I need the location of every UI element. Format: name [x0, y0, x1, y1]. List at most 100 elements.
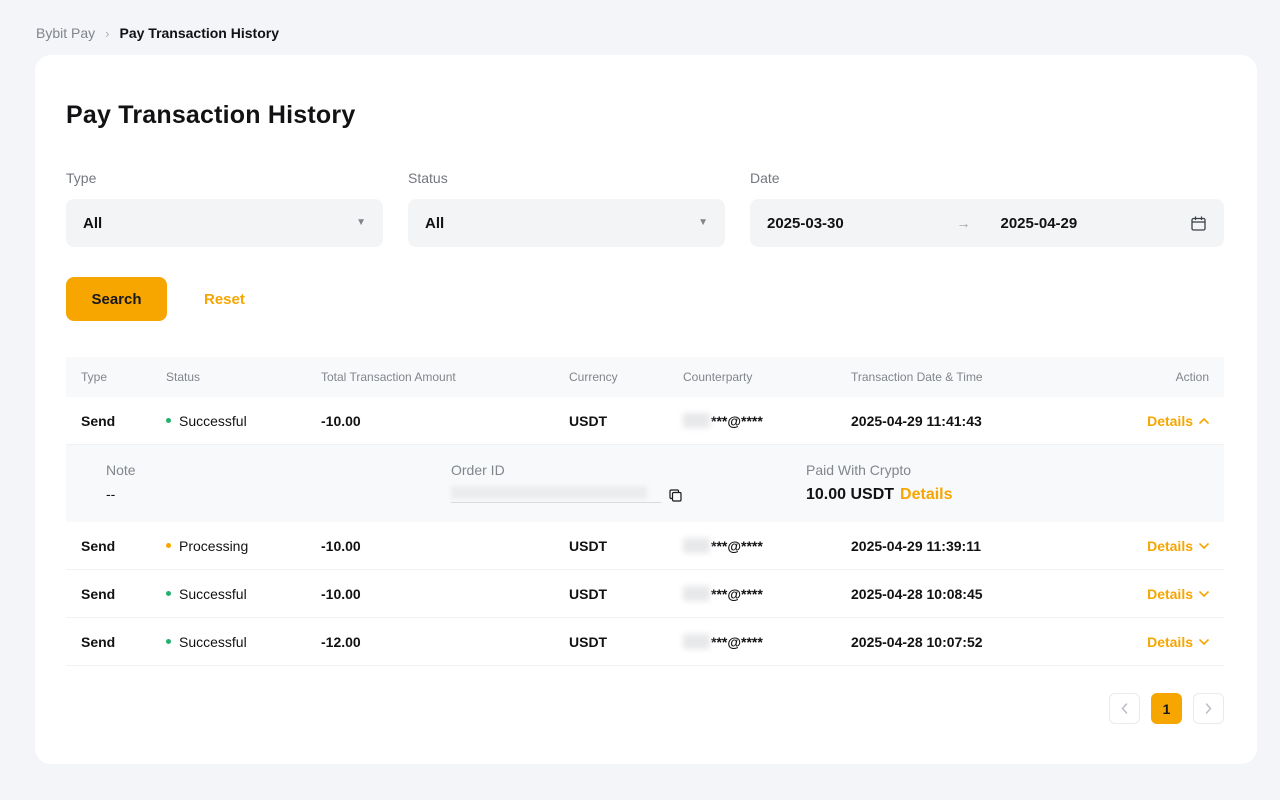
details-toggle-button[interactable]: Details	[1147, 634, 1209, 650]
details-toggle-button[interactable]: Details	[1147, 413, 1209, 429]
cell-action: Details	[1147, 634, 1209, 650]
date-filter-group: Date 2025-03-30 → 2025-04-29	[750, 170, 1224, 247]
status-dot-successful	[166, 591, 171, 596]
paid-with-crypto-label: Paid With Crypto	[806, 462, 1209, 478]
cell-status: Successful	[166, 586, 321, 602]
cell-currency: USDT	[569, 413, 683, 429]
order-id-value-row	[451, 486, 806, 503]
table-header-row: Type Status Total Transaction Amount Cur…	[66, 357, 1224, 397]
search-button[interactable]: Search	[66, 277, 167, 321]
cell-amount: -12.00	[321, 634, 569, 650]
cell-action: Details	[1147, 538, 1209, 554]
filters-row: Type All ▼ Status All ▼ Date 2025-03-30 …	[66, 170, 1224, 247]
status-select[interactable]: All ▼	[408, 199, 725, 247]
chevron-down-icon	[1199, 543, 1209, 549]
order-id-section: Order ID	[451, 462, 806, 504]
paid-amount: 10.00 USDT	[806, 486, 894, 504]
table-row: Send Successful -10.00 USDT ***@**** 202…	[66, 397, 1224, 445]
paid-details-link[interactable]: Details	[900, 486, 952, 504]
next-page-button[interactable]	[1193, 693, 1224, 724]
page-title: Pay Transaction History	[66, 101, 1224, 130]
calendar-icon	[1190, 215, 1207, 232]
status-text: Successful	[179, 586, 247, 602]
order-id-underline	[451, 486, 661, 503]
cell-counterparty: ***@****	[683, 634, 851, 650]
status-filter-group: Status All ▼	[408, 170, 725, 247]
table-row: Send Successful -10.00 USDT ***@**** 202…	[66, 570, 1224, 618]
copy-icon[interactable]	[668, 488, 683, 503]
header-currency: Currency	[569, 370, 683, 384]
status-select-value: All	[425, 215, 444, 232]
status-dot-successful	[166, 639, 171, 644]
pagination: 1	[66, 693, 1224, 724]
cell-type: Send	[81, 634, 166, 650]
details-label: Details	[1147, 538, 1193, 554]
note-section: Note --	[106, 462, 451, 504]
order-id-label: Order ID	[451, 462, 806, 478]
pay-transaction-history-card: Pay Transaction History Type All ▼ Statu…	[35, 55, 1257, 764]
redacted-counterparty-prefix	[683, 586, 710, 601]
note-label: Note	[106, 462, 451, 478]
actions-row: Search Reset	[66, 277, 1224, 321]
reset-button[interactable]: Reset	[204, 291, 245, 308]
status-dot-successful	[166, 418, 171, 423]
type-filter-group: Type All ▼	[66, 170, 383, 247]
chevron-down-icon	[1199, 591, 1209, 597]
details-label: Details	[1147, 634, 1193, 650]
details-label: Details	[1147, 586, 1193, 602]
cell-type: Send	[81, 413, 166, 429]
cell-status: Processing	[166, 538, 321, 554]
cell-action: Details	[1147, 586, 1209, 602]
cell-datetime: 2025-04-28 10:08:45	[851, 586, 1113, 602]
status-text: Processing	[179, 538, 248, 554]
redacted-counterparty-prefix	[683, 634, 710, 649]
header-type: Type	[81, 370, 166, 384]
date-end-value: 2025-04-29	[1001, 215, 1078, 232]
note-value: --	[106, 486, 451, 502]
table-row: Send Successful -12.00 USDT ***@**** 202…	[66, 618, 1224, 666]
expanded-detail-panel: Note -- Order ID	[66, 445, 1224, 522]
date-filter-label: Date	[750, 170, 1224, 186]
prev-page-button[interactable]	[1109, 693, 1140, 724]
cell-counterparty: ***@****	[683, 413, 851, 429]
details-toggle-button[interactable]: Details	[1147, 538, 1209, 554]
breadcrumb-parent-link[interactable]: Bybit Pay	[36, 25, 95, 41]
details-label: Details	[1147, 413, 1193, 429]
cell-datetime: 2025-04-28 10:07:52	[851, 634, 1113, 650]
header-counterparty: Counterparty	[683, 370, 851, 384]
type-filter-label: Type	[66, 170, 383, 186]
paid-with-crypto-section: Paid With Crypto 10.00 USDT Details	[806, 462, 1209, 504]
status-text: Successful	[179, 413, 247, 429]
status-dot-processing	[166, 543, 171, 548]
chevron-down-icon: ▼	[698, 218, 708, 228]
header-datetime: Transaction Date & Time	[851, 370, 1113, 384]
cell-counterparty: ***@****	[683, 538, 851, 554]
chevron-down-icon: ▼	[356, 218, 366, 228]
chevron-up-icon	[1199, 418, 1209, 424]
page-number-current[interactable]: 1	[1151, 693, 1182, 724]
header-amount: Total Transaction Amount	[321, 370, 569, 384]
type-select-value: All	[83, 215, 102, 232]
status-filter-label: Status	[408, 170, 725, 186]
status-text: Successful	[179, 634, 247, 650]
chevron-down-icon	[1199, 639, 1209, 645]
cell-datetime: 2025-04-29 11:41:43	[851, 413, 1113, 429]
type-select[interactable]: All ▼	[66, 199, 383, 247]
breadcrumb-current: Pay Transaction History	[119, 25, 279, 41]
details-toggle-button[interactable]: Details	[1147, 586, 1209, 602]
transaction-table: Type Status Total Transaction Amount Cur…	[66, 357, 1224, 666]
cell-currency: USDT	[569, 538, 683, 554]
date-arrow-icon: →	[957, 215, 971, 231]
table-row: Send Processing -10.00 USDT ***@**** 202…	[66, 522, 1224, 570]
cell-currency: USDT	[569, 634, 683, 650]
redacted-counterparty-prefix	[683, 413, 710, 428]
date-range-input[interactable]: 2025-03-30 → 2025-04-29	[750, 199, 1224, 247]
counterparty-masked: ***@****	[711, 413, 763, 429]
cell-currency: USDT	[569, 586, 683, 602]
breadcrumb: Bybit Pay › Pay Transaction History	[0, 0, 1280, 55]
cell-type: Send	[81, 538, 166, 554]
cell-amount: -10.00	[321, 538, 569, 554]
cell-amount: -10.00	[321, 413, 569, 429]
counterparty-masked: ***@****	[711, 634, 763, 650]
breadcrumb-separator-icon: ›	[105, 26, 109, 41]
